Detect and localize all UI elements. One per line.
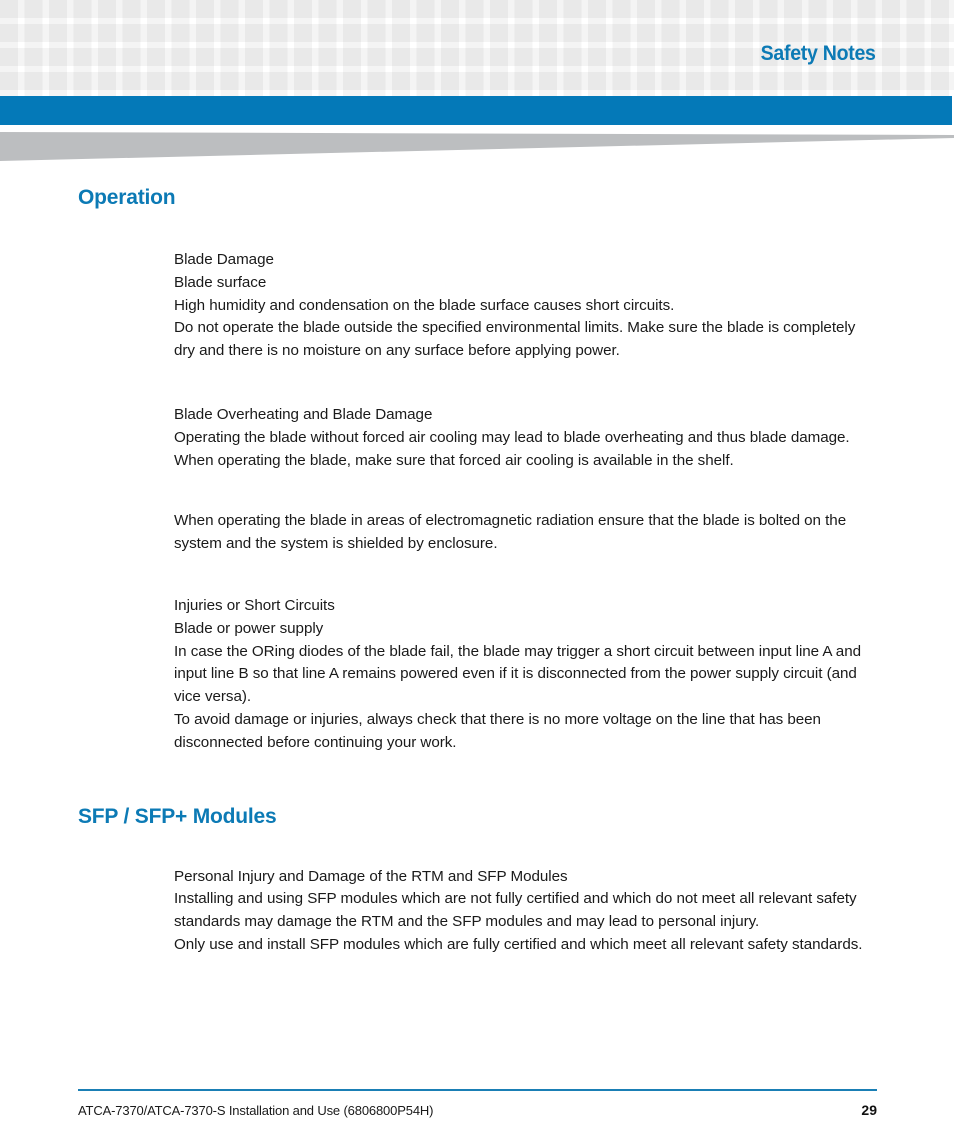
page-header-title: Safety Notes (761, 42, 876, 65)
page-header: Safety Notes (0, 0, 954, 168)
note-line: High humidity and condensation on the bl… (174, 296, 675, 314)
note-line: Do not operate the blade outside the spe… (174, 319, 856, 360)
note-line: Blade or power supply (174, 619, 324, 637)
header-accent-bar (0, 96, 952, 125)
note-line: Installing and using SFP modules which a… (174, 890, 857, 931)
note-line: In case the ORing diodes of the blade fa… (174, 642, 861, 706)
footer-row: ATCA-7370/ATCA-7370-S Installation and U… (78, 1091, 877, 1118)
note-blade-overheating: Blade Overheating and Blade Damage Opera… (174, 404, 874, 472)
section-sfp-modules: SFP / SFP+ Modules Personal Injury and D… (0, 755, 954, 957)
section-heading-operation: Operation (78, 186, 176, 209)
note-injuries-short-circuits: Injuries or Short Circuits Blade or powe… (174, 595, 874, 755)
note-line: When operating the blade, make sure that… (174, 451, 734, 469)
note-line: When operating the blade in areas of ele… (174, 512, 847, 553)
section-operation: Operation Blade Damage Blade surface Hig… (0, 168, 954, 755)
section-heading-sfp-modules: SFP / SFP+ Modules (78, 804, 277, 828)
note-blade-damage: Blade Damage Blade surface High humidity… (174, 249, 874, 363)
header-gray-wedge (0, 132, 954, 161)
footer-page-number: 29 (861, 1102, 877, 1118)
note-line: Blade surface (174, 273, 267, 291)
note-line: Only use and install SFP modules which a… (174, 935, 863, 953)
footer-document-title: ATCA-7370/ATCA-7370-S Installation and U… (78, 1103, 434, 1118)
note-line: To avoid damage or injuries, always chec… (174, 710, 821, 751)
note-electromagnetic-radiation: When operating the blade in areas of ele… (174, 510, 874, 556)
page-footer: ATCA-7370/ATCA-7370-S Installation and U… (78, 1089, 877, 1118)
note-line: Personal Injury and Damage of the RTM an… (174, 867, 568, 885)
operation-blocks: Blade Damage Blade surface High humidity… (174, 249, 874, 755)
note-line: Operating the blade without forced air c… (174, 428, 850, 446)
sfp-blocks: Personal Injury and Damage of the RTM an… (174, 866, 874, 957)
note-line: Blade Damage (174, 251, 274, 268)
note-personal-injury-rtm-sfp: Personal Injury and Damage of the RTM an… (174, 866, 874, 957)
note-line: Injuries or Short Circuits (174, 596, 335, 614)
page-content: Operation Blade Damage Blade surface Hig… (0, 168, 954, 957)
note-line: Blade Overheating and Blade Damage (174, 405, 433, 423)
